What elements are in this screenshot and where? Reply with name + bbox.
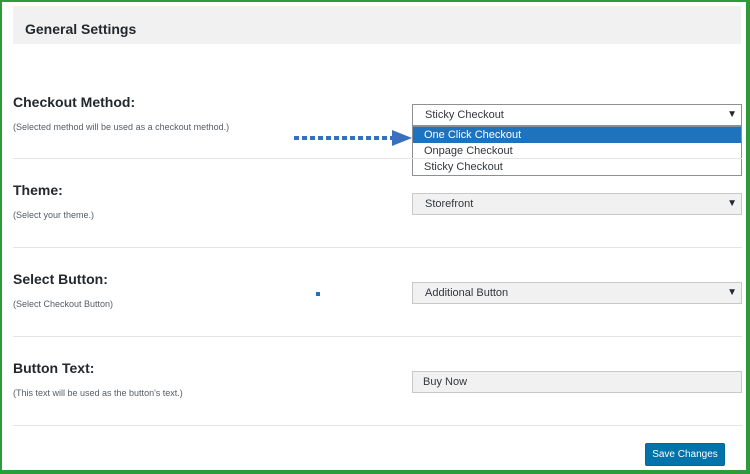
- chevron-down-icon: ▼: [727, 109, 737, 120]
- select-button-description: (Select Checkout Button): [13, 299, 114, 309]
- divider: [13, 247, 742, 248]
- button-text-description: (This text will be used as the button's …: [13, 388, 183, 398]
- settings-panel: General Settings Checkout Method: (Selec…: [0, 0, 750, 474]
- option-one-click-checkout[interactable]: One Click Checkout: [413, 127, 741, 143]
- section-title: General Settings: [25, 21, 137, 37]
- select-button-select[interactable]: Additional Button ▼: [412, 282, 742, 304]
- checkout-method-dropdown: One Click Checkout Onpage Checkout Stick…: [412, 126, 742, 176]
- checkout-method-value: Sticky Checkout: [425, 109, 504, 121]
- arrow-right-icon: [294, 130, 412, 146]
- divider: [13, 425, 742, 426]
- button-text-label: Button Text:: [13, 360, 95, 376]
- checkout-method-select[interactable]: Sticky Checkout ▼: [412, 104, 742, 126]
- option-onpage-checkout[interactable]: Onpage Checkout: [413, 143, 741, 159]
- save-changes-button[interactable]: Save Changes: [645, 443, 725, 466]
- divider: [13, 336, 742, 337]
- chevron-down-icon: ▼: [727, 287, 737, 298]
- checkout-method-label: Checkout Method:: [13, 94, 136, 110]
- cursor-marker: [316, 292, 320, 296]
- option-sticky-checkout[interactable]: Sticky Checkout: [413, 159, 741, 175]
- theme-description: (Select your theme.): [13, 210, 95, 220]
- select-button-value: Additional Button: [425, 287, 509, 299]
- theme-label: Theme:: [13, 182, 63, 198]
- button-text-input[interactable]: Buy Now: [412, 371, 742, 393]
- theme-select[interactable]: Storefront ▼: [412, 193, 742, 215]
- button-text-value: Buy Now: [423, 376, 468, 388]
- checkout-method-description: (Selected method will be used as a check…: [13, 122, 230, 132]
- select-button-label: Select Button:: [13, 271, 108, 287]
- theme-value: Storefront: [425, 198, 474, 210]
- section-header: General Settings: [13, 6, 741, 44]
- chevron-down-icon: ▼: [727, 198, 737, 209]
- divider: [13, 158, 742, 159]
